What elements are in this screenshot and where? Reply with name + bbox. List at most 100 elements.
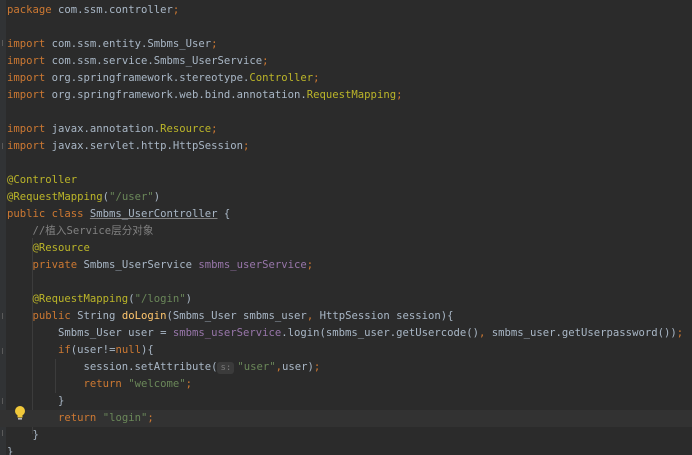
code-token: ;: [211, 38, 218, 50]
code-line-text[interactable]: return "login";: [7, 410, 154, 427]
code-line-text[interactable]: if(user!=null){: [7, 342, 154, 359]
code-line[interactable]: return "login";: [0, 410, 692, 427]
code-token: com.ssm.entity.Smbms_User: [51, 38, 212, 50]
code-token: "/login": [134, 293, 186, 305]
code-line-text[interactable]: import javax.servlet.http.HttpSession;: [7, 138, 249, 155]
code-token: ): [185, 293, 192, 305]
code-token: import: [7, 38, 52, 50]
code-token: ;: [185, 378, 192, 390]
code-line-text[interactable]: import org.springframework.stereotype.Co…: [7, 70, 320, 87]
code-token: public: [32, 310, 78, 322]
code-token: @Resource: [32, 242, 90, 254]
code-token: ;: [262, 55, 269, 67]
code-line-text[interactable]: session.setAttribute(s: "user",user);: [7, 359, 320, 376]
code-token: Smbms_UserService: [83, 259, 199, 271]
code-line[interactable]: import org.springframework.stereotype.Co…: [0, 70, 692, 87]
code-line[interactable]: [0, 19, 692, 36]
code-token: "user": [237, 361, 276, 373]
code-line[interactable]: import javax.servlet.http.HttpSession;: [0, 138, 692, 155]
code-line-text[interactable]: public class Smbms_UserController {: [7, 206, 230, 223]
code-line[interactable]: public class Smbms_UserController {: [0, 206, 692, 223]
code-line-text[interactable]: @Controller: [7, 172, 77, 189]
code-line-text[interactable]: import org.springframework.web.bind.anno…: [7, 87, 402, 104]
code-line[interactable]: import org.springframework.web.bind.anno…: [0, 87, 692, 104]
code-line-text[interactable]: return "welcome";: [7, 376, 192, 393]
code-token: public class: [7, 208, 90, 220]
code-editor[interactable]: package com.ssm.controller; import com.ss…: [0, 0, 692, 455]
code-line-text[interactable]: package com.ssm.controller;: [7, 2, 179, 19]
code-token: ;: [313, 72, 320, 84]
code-token: return: [83, 378, 129, 390]
code-token: ;: [396, 89, 403, 101]
parameter-hint: s:: [217, 362, 235, 374]
code-line[interactable]: return "welcome";: [0, 376, 692, 393]
code-line-text[interactable]: Smbms_User user = smbms_userService.logi…: [7, 325, 683, 342]
code-line[interactable]: //植入Service层分对象: [0, 223, 692, 240]
code-line-text[interactable]: }: [7, 444, 13, 455]
code-token: if: [58, 344, 71, 356]
code-line[interactable]: public String doLogin(Smbms_User smbms_u…: [0, 308, 692, 325]
code-line[interactable]: }: [0, 444, 692, 455]
code-line-text[interactable]: @Resource: [7, 240, 90, 257]
code-line-text[interactable]: import com.ssm.entity.Smbms_User;: [7, 36, 218, 53]
code-token: //植入Service层分对象: [32, 225, 154, 237]
code-line[interactable]: }: [0, 427, 692, 444]
code-token: javax.servlet.http.HttpSession: [51, 140, 243, 152]
code-token: ,: [306, 310, 320, 322]
lightbulb-icon[interactable]: [13, 405, 27, 421]
code-token: ;: [243, 140, 250, 152]
code-token: org.springframework.web.bind.annotation.: [51, 89, 307, 101]
code-token: null: [115, 344, 141, 356]
code-token: com.ssm.controller: [58, 4, 173, 16]
code-line-text[interactable]: import com.ssm.service.Smbms_UserService…: [7, 53, 269, 70]
code-token: import: [7, 89, 52, 101]
code-line[interactable]: }: [0, 393, 692, 410]
code-token: session.setAttribute(: [7, 361, 218, 373]
code-line[interactable]: session.setAttribute(s: "user",user);: [0, 359, 692, 376]
code-token: HttpSession session){: [319, 310, 454, 322]
code-token: doLogin: [121, 310, 167, 322]
code-token: user): [282, 361, 314, 373]
code-token: @Controller: [7, 174, 78, 186]
code-line[interactable]: [0, 274, 692, 291]
code-line-text[interactable]: }: [7, 427, 39, 444]
code-token: com.ssm.service.Smbms_UserService: [51, 55, 263, 67]
code-line[interactable]: import com.ssm.entity.Smbms_User;: [0, 36, 692, 53]
code-line[interactable]: @Controller: [0, 172, 692, 189]
code-line-text[interactable]: public String doLogin(Smbms_User smbms_u…: [7, 308, 454, 325]
code-token: ,: [478, 327, 492, 339]
code-line[interactable]: if(user!=null){: [0, 342, 692, 359]
code-line[interactable]: [0, 104, 692, 121]
code-token: .login(smbms_user.getUsercode(): [281, 327, 479, 339]
code-line[interactable]: package com.ssm.controller;: [0, 2, 692, 19]
code-token: String: [77, 310, 122, 322]
code-line-text[interactable]: private Smbms_UserService smbms_userServ…: [7, 257, 314, 274]
code-line[interactable]: Smbms_User user = smbms_userService.logi…: [0, 325, 692, 342]
code-line[interactable]: private Smbms_UserService smbms_userServ…: [0, 257, 692, 274]
code-line-text[interactable]: //植入Service层分对象: [7, 223, 154, 240]
code-token: ;: [147, 412, 154, 424]
code-line-text[interactable]: import javax.annotation.Resource;: [7, 121, 218, 138]
code-token: import: [7, 55, 52, 67]
code-token: RequestMapping: [306, 89, 397, 101]
code-token: {: [217, 208, 231, 220]
code-line[interactable]: import com.ssm.service.Smbms_UserService…: [0, 53, 692, 70]
code-token: Smbms_UserController: [89, 208, 218, 220]
code-token: smbms_user.getUserpassword()): [491, 327, 677, 339]
code-line-text[interactable]: @RequestMapping("/login"): [7, 291, 192, 308]
code-line[interactable]: @RequestMapping("/login"): [0, 291, 692, 308]
code-token: import: [7, 72, 52, 84]
code-line[interactable]: @Resource: [0, 240, 692, 257]
code-token: ){: [140, 344, 154, 356]
code-line[interactable]: @RequestMapping("/user"): [0, 189, 692, 206]
code-line[interactable]: [0, 155, 692, 172]
code-line[interactable]: import javax.annotation.Resource;: [0, 121, 692, 138]
code-token: ;: [676, 327, 684, 339]
code-token: (Smbms_User smbms_user: [166, 310, 307, 322]
code-line-text[interactable]: @RequestMapping("/user"): [7, 189, 160, 206]
